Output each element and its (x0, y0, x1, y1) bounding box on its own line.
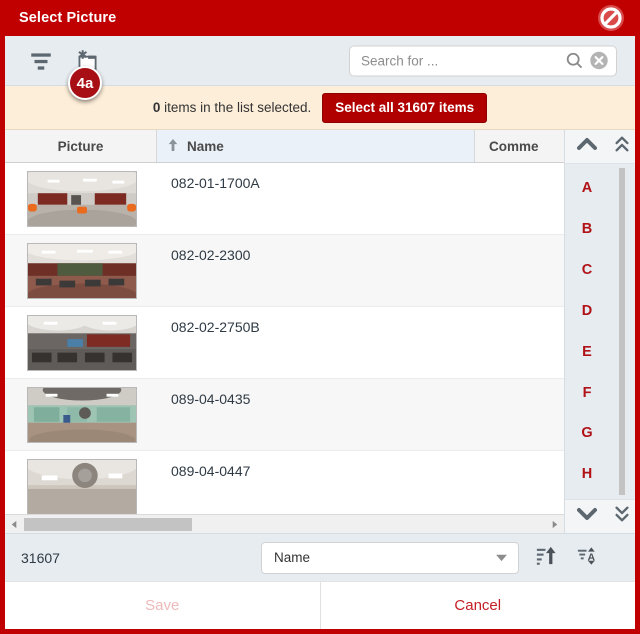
column-header-name-label: Name (187, 138, 224, 154)
row-picture-cell (5, 314, 157, 371)
table-row[interactable]: 089-04-0435 (5, 379, 564, 451)
alphabet-letter-h[interactable]: H (582, 467, 592, 482)
alphabet-scroll-up-button[interactable] (564, 130, 610, 164)
selection-count-suffix: items in the list selected. (160, 100, 312, 115)
column-header-comment[interactable]: Comme (475, 130, 564, 162)
total-count: 31607 (21, 549, 60, 566)
row-name: 082-02-2300 (171, 247, 251, 263)
sort-bar: 31607 Name A (5, 533, 635, 581)
save-button[interactable]: Save (5, 582, 320, 629)
panorama-thumbnail (27, 458, 137, 514)
column-header-picture[interactable]: Picture (5, 130, 157, 162)
dialog-footer: Save Cancel (5, 581, 635, 629)
table-row[interactable]: 082-02-2750B (5, 307, 564, 379)
row-picture-cell (5, 242, 157, 299)
sort-field-value: Name (274, 550, 311, 565)
sort-field-dropdown[interactable]: Name (261, 541, 519, 574)
table-row[interactable]: 082-01-1700A (5, 163, 564, 235)
alphabet-letters: A B C D E F G H (565, 164, 609, 499)
panorama-thumbnail (27, 242, 137, 299)
sort-lines-up-icon (534, 544, 557, 572)
page-down-button[interactable] (609, 499, 635, 533)
dialog-title: Select Picture (19, 10, 117, 26)
column-header-comment-label: Comme (489, 138, 539, 154)
search-box[interactable] (349, 45, 617, 76)
alphabet-letter-a[interactable]: A (582, 181, 592, 196)
sort-alpha-button[interactable]: A (571, 542, 603, 574)
panorama-thumbnail (27, 386, 137, 443)
horizontal-scroll-thumb[interactable] (24, 517, 192, 531)
picture-grid: Picture Name Comme 082-01-1700A 082-02-2… (5, 130, 635, 533)
panorama-thumbnail (27, 314, 137, 371)
chevron-up-icon (575, 132, 599, 161)
magnifier-icon[interactable] (564, 50, 585, 71)
sort-order-button[interactable] (529, 542, 561, 574)
horizontal-scrollbar[interactable] (5, 514, 564, 533)
triangle-left-icon[interactable] (7, 516, 22, 533)
table-row[interactable]: 082-02-2300 (5, 235, 564, 307)
row-name: 089-04-0435 (171, 391, 251, 407)
filter-icon[interactable] (23, 43, 59, 79)
chevron-down-icon (495, 549, 508, 567)
select-all-button[interactable]: Select all 31607 items (322, 92, 488, 123)
vertical-scroll-thumb[interactable] (619, 168, 625, 495)
alphabet-letter-f[interactable]: F (583, 386, 592, 401)
alphabet-index: A B C D E F G H (564, 130, 610, 533)
clear-circle-icon[interactable] (588, 50, 610, 72)
row-picture-cell (5, 458, 157, 514)
column-header-name[interactable]: Name (157, 130, 475, 162)
page-up-button[interactable] (609, 130, 635, 164)
cancel-button[interactable]: Cancel (319, 582, 636, 629)
row-name: 082-02-2750B (171, 319, 260, 335)
step-badge: 4a (68, 66, 102, 100)
row-picture-cell (5, 386, 157, 443)
alphabet-letter-e[interactable]: E (582, 345, 592, 360)
no-entry-icon[interactable] (597, 4, 625, 32)
alphabet-letter-g[interactable]: G (581, 426, 592, 441)
row-name: 089-04-0447 (171, 463, 251, 479)
search-input[interactable] (361, 53, 562, 68)
grid-main: Picture Name Comme 082-01-1700A 082-02-2… (5, 130, 564, 533)
row-name: 082-01-1700A (171, 175, 260, 191)
select-picture-dialog: Select Picture Search for ... 4a 0 items… (0, 0, 640, 634)
grid-header-row: Picture Name Comme (5, 130, 564, 163)
selection-count-text: 0 items in the list selected. (153, 100, 311, 115)
alphabet-letter-c[interactable]: C (582, 263, 592, 278)
column-header-picture-label: Picture (57, 138, 104, 154)
chevron-down-icon (575, 502, 599, 531)
alphabet-letter-b[interactable]: B (582, 222, 592, 237)
horizontal-scroll-track[interactable] (22, 516, 547, 533)
alphabet-letter-d[interactable]: D (582, 304, 592, 319)
alphabet-scroll-down-button[interactable] (564, 499, 610, 533)
vertical-scrollbar[interactable] (609, 130, 635, 533)
sort-ascending-arrow-icon (167, 138, 179, 155)
double-chevron-up-icon (613, 133, 631, 160)
triangle-right-icon[interactable] (547, 516, 562, 533)
table-row[interactable]: 089-04-0447 (5, 451, 564, 514)
dialog-titlebar: Select Picture (5, 0, 635, 36)
row-picture-cell (5, 170, 157, 227)
selection-info-bar: 4a 0 items in the list selected. Select … (5, 66, 635, 130)
sort-alpha-toggle-icon: A (576, 544, 599, 572)
panorama-thumbnail (27, 170, 137, 227)
vertical-scroll-track[interactable] (609, 164, 635, 499)
double-chevron-down-icon (613, 503, 631, 530)
grid-rows: 082-01-1700A 082-02-2300 082-02-2750B 08… (5, 163, 564, 514)
